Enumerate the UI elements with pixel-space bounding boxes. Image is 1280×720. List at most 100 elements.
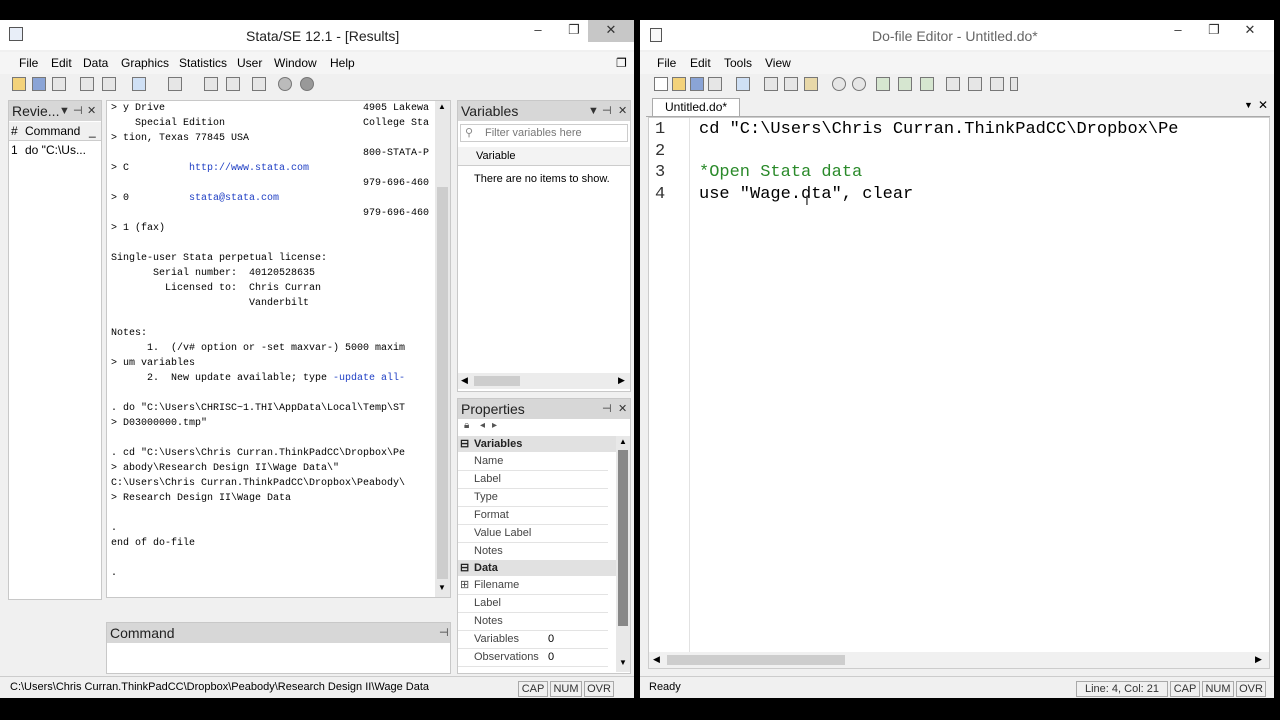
review-col-command[interactable]: Command <box>25 122 80 140</box>
close-icon[interactable]: ✕ <box>618 101 627 121</box>
copy-icon[interactable] <box>784 77 800 93</box>
back-icon[interactable]: ◂ <box>480 420 485 431</box>
pin-icon[interactable]: ⊣ <box>73 101 83 121</box>
stata-app-icon[interactable] <box>9 27 23 41</box>
scroll-up-icon[interactable]: ▲ <box>619 437 627 446</box>
dofile-app-icon[interactable] <box>650 28 662 42</box>
review-row[interactable]: 1 do "C:\Us... <box>9 143 101 159</box>
expand-icon[interactable]: ⊞ <box>460 577 469 594</box>
scroll-down-icon[interactable]: ▼ <box>438 583 446 592</box>
tab-close-icon[interactable]: ✕ <box>1258 98 1268 112</box>
viewer-icon[interactable] <box>102 77 118 93</box>
property-row[interactable]: Type <box>458 489 608 507</box>
property-row[interactable]: Format <box>458 507 608 525</box>
save-icon[interactable] <box>32 77 48 93</box>
pin-icon[interactable]: ⊣ <box>439 623 449 643</box>
property-row[interactable]: Notes <box>458 543 608 561</box>
print-icon[interactable] <box>52 77 68 93</box>
tab-list-icon[interactable]: ▼ <box>1244 100 1253 110</box>
show-whitespace-icon[interactable] <box>876 77 892 93</box>
execute-do-icon[interactable] <box>990 77 1006 93</box>
undo-icon[interactable] <box>832 77 848 93</box>
properties-section-data[interactable]: ⊟ Data <box>458 560 616 576</box>
menu-data[interactable]: Data <box>83 56 108 70</box>
menu-edit[interactable]: Edit <box>690 56 711 70</box>
code-line[interactable]: cd "C:\Users\Chris Curran.ThinkPadCC\Dro… <box>699 120 1178 139</box>
variables-hscrollbar[interactable]: ◀ ▶ <box>458 373 630 389</box>
results-link[interactable]: stata@stata.com <box>189 193 279 204</box>
scroll-up-icon[interactable]: ▲ <box>438 102 446 111</box>
scroll-down-icon[interactable]: ▼ <box>619 658 627 667</box>
property-row[interactable]: Notes <box>458 613 608 631</box>
property-row[interactable]: Variables 0 <box>458 631 608 649</box>
run-icon[interactable] <box>968 77 984 93</box>
property-row[interactable]: ⊞ Filename <box>458 577 608 595</box>
menu-statistics[interactable]: Statistics <box>179 56 227 70</box>
open-icon[interactable] <box>672 77 688 93</box>
menu-user[interactable]: User <box>237 56 262 70</box>
editor-area[interactable]: 1 cd "C:\Users\Chris Curran.ThinkPadCC\Dr… <box>648 117 1270 669</box>
menu-help[interactable]: Help <box>330 56 355 70</box>
dofile-editor-icon[interactable] <box>168 77 184 93</box>
restore-icon[interactable]: ❐ <box>616 56 627 70</box>
filter-icon[interactable]: ▼ <box>588 101 599 121</box>
command-input[interactable] <box>107 644 450 672</box>
menu-tools[interactable]: Tools <box>724 56 752 70</box>
toolbar-overflow-icon[interactable] <box>1010 77 1026 93</box>
properties-section-variables[interactable]: ⊟ Variables <box>458 436 616 452</box>
lock-icon[interactable]: 🔒︎ <box>464 420 469 431</box>
redo-icon[interactable] <box>852 77 868 93</box>
break-icon[interactable] <box>300 77 316 93</box>
minimize-icon[interactable]: – <box>520 20 556 42</box>
scroll-left-icon[interactable]: ◀ <box>461 375 468 386</box>
menu-view[interactable]: View <box>765 56 791 70</box>
property-row[interactable]: Observations 0 <box>458 649 608 667</box>
close-icon[interactable]: ✕ <box>1232 20 1268 42</box>
property-row[interactable]: Name <box>458 453 608 471</box>
menu-file[interactable]: File <box>19 56 38 70</box>
preview-icon[interactable] <box>946 77 962 93</box>
results-link[interactable]: http://www.stata.com <box>189 163 309 174</box>
properties-scrollbar[interactable]: ▲ ▼ <box>616 436 630 672</box>
scroll-left-icon[interactable]: ◀ <box>653 654 660 665</box>
pin-icon[interactable]: ⊣ <box>602 399 612 419</box>
log-icon[interactable] <box>80 77 96 93</box>
results-scrollbar[interactable]: ▲ ▼ <box>435 101 450 597</box>
scroll-right-icon[interactable]: ▶ <box>1255 654 1262 665</box>
save-icon[interactable] <box>690 77 706 93</box>
find-icon[interactable] <box>736 77 752 93</box>
cut-icon[interactable] <box>764 77 780 93</box>
tab-untitled[interactable]: Untitled.do* <box>652 98 741 116</box>
property-row[interactable]: Label <box>458 471 608 489</box>
editor-scroll-thumb[interactable] <box>667 655 845 665</box>
property-row[interactable]: Label <box>458 595 608 613</box>
maximize-icon[interactable]: ❐ <box>556 20 592 42</box>
variables-manager-icon[interactable] <box>252 77 268 93</box>
close-icon[interactable]: ✕ <box>618 399 627 419</box>
new-icon[interactable] <box>654 77 670 93</box>
close-icon[interactable]: ✕ <box>87 101 96 121</box>
collapse-icon[interactable]: ⊟ <box>460 560 469 576</box>
menu-graphics[interactable]: Graphics <box>121 56 169 70</box>
results-link[interactable]: -update all- <box>333 373 405 384</box>
maximize-icon[interactable]: ❐ <box>1196 20 1232 42</box>
code-line[interactable]: *Open Stata data <box>699 163 862 182</box>
graph-icon[interactable] <box>132 77 148 93</box>
more-icon[interactable] <box>278 77 294 93</box>
data-browser-icon[interactable] <box>226 77 242 93</box>
editor-hscrollbar[interactable]: ◀ ▶ <box>649 652 1269 668</box>
menu-edit[interactable]: Edit <box>51 56 72 70</box>
variables-col-variable[interactable]: Variable <box>476 147 516 165</box>
properties-scroll-thumb[interactable] <box>618 450 628 626</box>
forward-icon[interactable]: ▸ <box>492 420 497 431</box>
shift-right-icon[interactable] <box>920 77 936 93</box>
menu-file[interactable]: File <box>657 56 676 70</box>
shift-left-icon[interactable] <box>898 77 914 93</box>
pin-icon[interactable]: ⊣ <box>602 101 612 121</box>
variables-header[interactable]: Variable <box>458 147 630 166</box>
scroll-right-icon[interactable]: ▶ <box>618 375 625 386</box>
open-icon[interactable] <box>12 77 28 93</box>
collapse-icon[interactable]: ⊟ <box>460 436 469 452</box>
minimize-icon[interactable]: – <box>1160 20 1196 42</box>
review-col-extra[interactable]: _ <box>89 122 96 140</box>
